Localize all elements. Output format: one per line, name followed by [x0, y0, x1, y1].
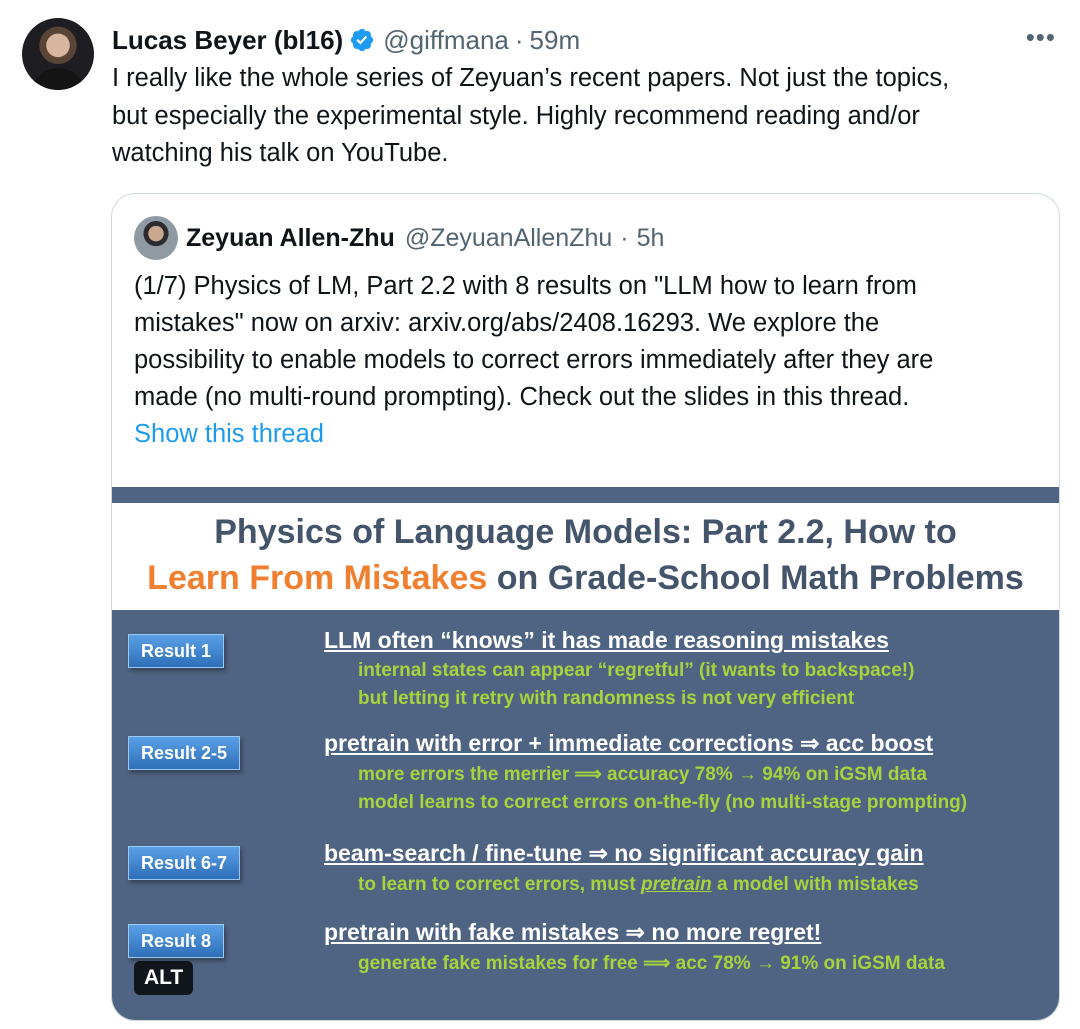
quoted-text: (1/7) Physics of LM, Part 2.2 with 8 res…: [134, 268, 1044, 416]
result-subtext: generate fake mistakes for free ⟹ acc 78…: [358, 953, 945, 974]
quoted-header: Zeyuan Allen-Zhu @ZeyuanAllenZhu · 5h: [186, 220, 664, 256]
author-avatar[interactable]: [22, 18, 94, 90]
result-heading: pretrain with fake mistakes ⇒ no more re…: [324, 919, 822, 945]
slide-title: Physics of Language Models: Part 2.2, Ho…: [112, 503, 1059, 610]
slide-image[interactable]: Physics of Language Models: Part 2.2, Ho…: [112, 487, 1059, 1020]
result-heading: LLM often “knows” it has made reasoning …: [324, 627, 889, 653]
verified-badge-icon: [351, 28, 374, 52]
result-subtext: but letting it retry with randomness is …: [358, 688, 855, 709]
alt-text-badge[interactable]: ALT: [134, 961, 194, 995]
quoted-text-line: made (no multi-round prompting). Check o…: [134, 383, 910, 411]
slide-title-line1: Physics of Language Models: Part 2.2, Ho…: [214, 513, 957, 551]
slide-title-highlight: Learn From Mistakes: [147, 559, 488, 597]
result-subtext: model learns to correct errors on-the-fl…: [358, 792, 968, 813]
quoted-tweet[interactable]: Zeyuan Allen-Zhu @ZeyuanAllenZhu · 5h (1…: [111, 193, 1060, 1021]
result-subtext-prefix: to learn to correct errors, must: [358, 874, 641, 895]
slide-title-rest: on Grade-School Math Problems: [487, 559, 1024, 597]
tweet-text: I really like the whole series of Zeyuan…: [112, 60, 1052, 173]
slide-title-line2: Learn From Mistakes on Grade-School Math…: [112, 555, 1059, 601]
quoted-author-avatar: [134, 216, 178, 260]
quoted-text-line: mistakes" now on arxiv: arxiv.org/abs/24…: [134, 309, 880, 337]
tweet-text-line: I really like the whole series of Zeyuan…: [112, 64, 950, 92]
tweet-text-line: watching his talk on YouTube.: [112, 139, 449, 167]
result-subtext-emphasis: pretrain: [640, 874, 712, 895]
quoted-time: 5h: [636, 223, 665, 252]
result-subtext: more errors the merrier ⟹ accuracy 78% →…: [358, 764, 927, 785]
author-handle[interactable]: @giffmana: [383, 25, 509, 56]
result-badge: Result 8: [128, 924, 225, 958]
separator-dot: ·: [620, 223, 629, 252]
author-name[interactable]: Lucas Beyer (bl16): [112, 25, 343, 56]
result-badge: Result 2-5: [128, 736, 241, 770]
more-icon[interactable]: •••: [1026, 22, 1056, 52]
result-badge: Result 1: [128, 634, 225, 668]
quoted-text-line: (1/7) Physics of LM, Part 2.2 with 8 res…: [134, 272, 917, 300]
result-subtext-suffix: a model with mistakes: [711, 874, 919, 895]
tweet-text-line: but especially the experimental style. H…: [112, 101, 920, 130]
quoted-author-handle: @ZeyuanAllenZhu: [404, 223, 613, 252]
tweet-header: Lucas Beyer (bl16) @giffmana · 59m: [112, 22, 580, 58]
result-subtext: internal states can appear “regretful” (…: [358, 660, 915, 681]
slide-top-bar: [112, 487, 1059, 503]
result-heading: pretrain with error + immediate correcti…: [324, 730, 934, 756]
result-heading: beam-search / fine-tune ⇒ no significant…: [324, 840, 924, 866]
quoted-text-line: possibility to enable models to correct …: [134, 346, 934, 374]
quoted-author-name: Zeyuan Allen-Zhu: [186, 223, 395, 252]
result-subtext: to learn to correct errors, must pretrai…: [358, 874, 919, 896]
show-thread-link[interactable]: Show this thread: [134, 420, 324, 449]
result-badge: Result 6-7: [128, 846, 241, 880]
separator-dot: ·: [514, 24, 524, 55]
avatar-shoulders: [30, 68, 86, 90]
tweet-time[interactable]: 59m: [530, 25, 581, 56]
